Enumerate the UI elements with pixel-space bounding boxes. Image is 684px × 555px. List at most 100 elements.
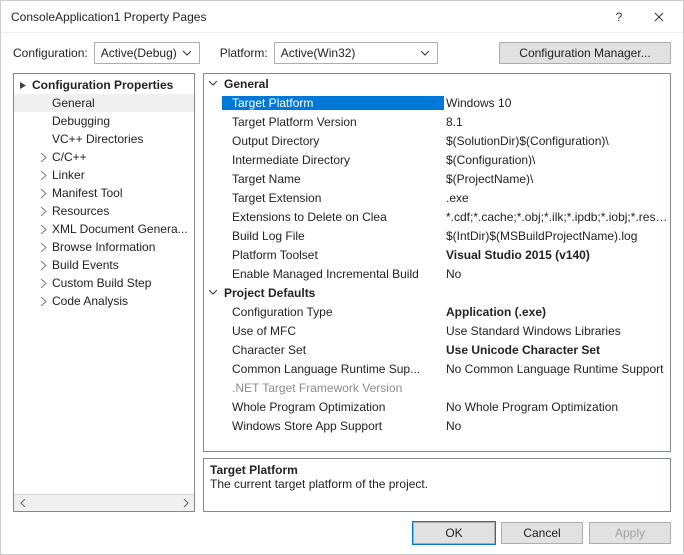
expand-icon[interactable]	[36, 168, 50, 182]
property-row[interactable]: Intermediate Directory$(Configuration)\	[204, 150, 670, 169]
tree-item[interactable]: C/C++	[14, 148, 194, 166]
property-value[interactable]: Use Unicode Character Set	[444, 343, 670, 357]
tree-item-label: Custom Build Step	[52, 276, 151, 290]
tree-root-label: Configuration Properties	[32, 78, 173, 92]
property-row[interactable]: Use of MFCUse Standard Windows Libraries	[204, 321, 670, 340]
close-icon	[654, 12, 664, 22]
property-value[interactable]: $(ProjectName)\	[444, 172, 670, 186]
tree-item[interactable]: Custom Build Step	[14, 274, 194, 292]
configuration-manager-label: Configuration Manager...	[519, 46, 650, 60]
property-value[interactable]: *.cdf;*.cache;*.obj;*.ilk;*.ipdb;*.iobj;…	[444, 210, 670, 224]
property-row[interactable]: Character SetUse Unicode Character Set	[204, 340, 670, 359]
property-value[interactable]: No	[444, 419, 670, 433]
expand-icon[interactable]	[36, 258, 50, 272]
tree-item-label: Browse Information	[52, 240, 155, 254]
expand-icon[interactable]	[36, 276, 50, 290]
property-value[interactable]: $(Configuration)\	[444, 153, 670, 167]
property-value[interactable]: No Common Language Runtime Support	[444, 362, 670, 376]
collapse-icon[interactable]	[16, 78, 30, 92]
tree-item[interactable]: General	[14, 94, 194, 112]
tree-item-label: General	[52, 96, 95, 110]
apply-button[interactable]: Apply	[589, 522, 671, 544]
property-row[interactable]: Target Name$(ProjectName)\	[204, 169, 670, 188]
tree-item-label: Build Events	[52, 258, 119, 272]
property-row[interactable]: Platform ToolsetVisual Studio 2015 (v140…	[204, 245, 670, 264]
expand-icon[interactable]	[36, 150, 50, 164]
scroll-left-icon[interactable]	[14, 495, 31, 511]
platform-label: Platform:	[220, 46, 268, 60]
property-value[interactable]: 8.1	[444, 115, 670, 129]
property-row[interactable]: Common Language Runtime Sup...No Common …	[204, 359, 670, 378]
property-value[interactable]: Windows 10	[444, 96, 670, 110]
tree-item[interactable]: Build Events	[14, 256, 194, 274]
tree-item[interactable]: Manifest Tool	[14, 184, 194, 202]
category-row[interactable]: General	[204, 74, 670, 93]
configuration-combobox[interactable]: Active(Debug)	[94, 42, 200, 64]
tree-item[interactable]: Debugging	[14, 112, 194, 130]
close-button[interactable]	[639, 3, 679, 31]
configuration-manager-button[interactable]: Configuration Manager...	[499, 42, 671, 64]
tree-item-label: Linker	[52, 168, 85, 182]
property-row[interactable]: Target PlatformWindows 10	[204, 93, 670, 112]
property-pages-dialog: ConsoleApplication1 Property Pages ? Con…	[0, 0, 684, 555]
ok-label: OK	[445, 526, 462, 540]
tree-item[interactable]: XML Document Genera...	[14, 220, 194, 238]
property-value[interactable]: $(IntDir)$(MSBuildProjectName).log	[444, 229, 670, 243]
tree-item-label: Manifest Tool	[52, 186, 122, 200]
property-row[interactable]: Target Platform Version8.1	[204, 112, 670, 131]
nav-tree: Configuration Properties General Debuggin…	[13, 73, 195, 512]
property-name: Target Platform	[222, 96, 444, 110]
expand-icon[interactable]	[36, 222, 50, 236]
property-value[interactable]: .exe	[444, 191, 670, 205]
collapse-icon[interactable]	[204, 81, 222, 87]
property-name: Enable Managed Incremental Build	[222, 267, 444, 281]
ok-button[interactable]: OK	[413, 522, 495, 544]
tree-item[interactable]: Browse Information	[14, 238, 194, 256]
tree-item[interactable]: Resources	[14, 202, 194, 220]
cancel-label: Cancel	[523, 526, 560, 540]
property-name: Platform Toolset	[222, 248, 444, 262]
property-value[interactable]: No Whole Program Optimization	[444, 400, 670, 414]
property-row[interactable]: Extensions to Delete on Clea*.cdf;*.cach…	[204, 207, 670, 226]
help-button[interactable]: ?	[599, 3, 639, 31]
property-value[interactable]: Visual Studio 2015 (v140)	[444, 248, 670, 262]
expand-icon[interactable]	[36, 294, 50, 308]
expand-icon[interactable]	[36, 204, 50, 218]
property-row[interactable]: Whole Program OptimizationNo Whole Progr…	[204, 397, 670, 416]
property-row[interactable]: Build Log File$(IntDir)$(MSBuildProjectN…	[204, 226, 670, 245]
tree-spacer	[36, 96, 50, 110]
collapse-icon[interactable]	[204, 290, 222, 296]
property-value[interactable]: No	[444, 267, 670, 281]
category-label: General	[222, 77, 444, 91]
property-row[interactable]: Target Extension.exe	[204, 188, 670, 207]
property-row[interactable]: Enable Managed Incremental BuildNo	[204, 264, 670, 283]
scroll-right-icon[interactable]	[177, 495, 194, 511]
property-value[interactable]: $(SolutionDir)$(Configuration)\	[444, 134, 670, 148]
tree-item[interactable]: Linker	[14, 166, 194, 184]
property-value[interactable]: Use Standard Windows Libraries	[444, 324, 670, 338]
property-value[interactable]: Application (.exe)	[444, 305, 670, 319]
property-row[interactable]: Windows Store App SupportNo	[204, 416, 670, 435]
cancel-button[interactable]: Cancel	[501, 522, 583, 544]
expand-icon[interactable]	[36, 240, 50, 254]
property-row[interactable]: Configuration TypeApplication (.exe)	[204, 302, 670, 321]
tree-item[interactable]: VC++ Directories	[14, 130, 194, 148]
property-row[interactable]: Output Directory$(SolutionDir)$(Configur…	[204, 131, 670, 150]
property-row[interactable]: .NET Target Framework Version	[204, 378, 670, 397]
property-name: Windows Store App Support	[222, 419, 444, 433]
tree-item-label: VC++ Directories	[52, 132, 143, 146]
category-row[interactable]: Project Defaults	[204, 283, 670, 302]
platform-combobox[interactable]: Active(Win32)	[274, 42, 438, 64]
property-name: Character Set	[222, 343, 444, 357]
tree-spacer	[36, 114, 50, 128]
category-label: Project Defaults	[222, 286, 444, 300]
expand-icon[interactable]	[36, 186, 50, 200]
description-title: Target Platform	[210, 463, 664, 477]
property-name: .NET Target Framework Version	[222, 381, 444, 395]
titlebar: ConsoleApplication1 Property Pages ?	[1, 1, 683, 33]
horizontal-scrollbar[interactable]	[14, 494, 194, 511]
property-name: Build Log File	[222, 229, 444, 243]
property-name: Output Directory	[222, 134, 444, 148]
tree-root[interactable]: Configuration Properties	[14, 76, 194, 94]
tree-item[interactable]: Code Analysis	[14, 292, 194, 310]
